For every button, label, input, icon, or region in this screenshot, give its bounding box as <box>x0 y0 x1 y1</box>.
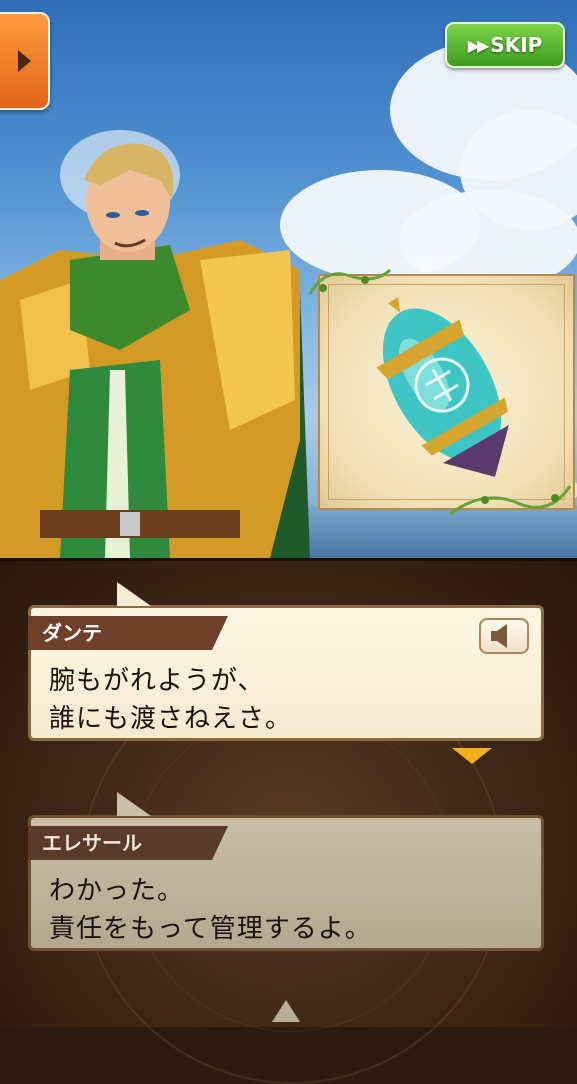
character-portrait <box>0 143 310 558</box>
speaker-icon <box>491 624 507 648</box>
fast-forward-icon: ▶▶ <box>467 35 490 55</box>
voice-button[interactable] <box>479 618 529 654</box>
speech-tail <box>117 582 151 606</box>
next-arrow-indicator[interactable] <box>452 748 492 764</box>
skip-label: SKIP <box>490 33 543 57</box>
item-display-frame <box>318 274 575 510</box>
speaker-nameplate: ダンテ <box>28 616 228 650</box>
vine-decoration <box>449 485 572 516</box>
speech-tail <box>117 792 151 816</box>
chevron-right-icon <box>18 50 31 72</box>
crystal-relic-icon <box>376 297 509 477</box>
dialogue-text: わかった。 責任をもって管理するよ。 <box>49 876 372 944</box>
menu-button[interactable] <box>0 12 50 110</box>
dialogue-box-active[interactable]: ダンテ 腕もがれようが、 誰にも渡さねえさ。 <box>28 582 544 741</box>
skip-button[interactable]: ▶▶ SKIP <box>445 22 565 68</box>
speaker-nameplate: エレサール <box>28 826 228 860</box>
vine-decoration <box>308 268 392 295</box>
scroll-up-indicator[interactable] <box>272 1000 300 1022</box>
dialogue-text: 腕もがれようが、 誰にも渡さねえさ。 <box>49 666 293 734</box>
dialogue-box-inactive[interactable]: エレサール わかった。 責任をもって管理するよ。 <box>28 792 544 951</box>
